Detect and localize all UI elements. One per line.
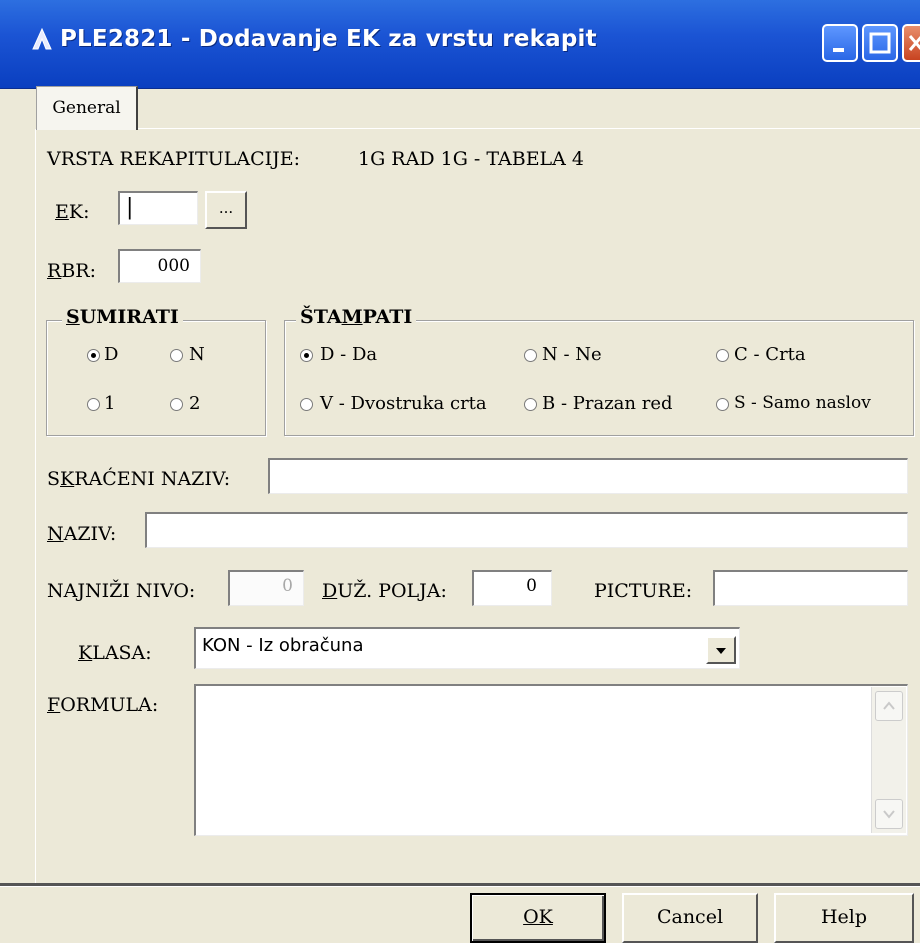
close-icon — [908, 35, 920, 51]
sumirati-label-2: 2 — [189, 393, 201, 414]
duz-polja-input[interactable]: 0 — [472, 570, 552, 606]
picture-input[interactable] — [713, 570, 908, 606]
klasa-dropdown-button[interactable] — [706, 636, 736, 664]
maximize-button[interactable] — [862, 24, 898, 62]
stampati-label-b: B - Prazan red — [542, 393, 673, 414]
klasa-value: KON - Iz obračuna — [202, 635, 364, 656]
window-title: PLE2821 - Dodavanje EK za vrstu rekapit — [60, 26, 597, 52]
minimize-button[interactable] — [822, 24, 858, 62]
stampati-radio-c[interactable] — [716, 349, 729, 362]
minimize-icon — [833, 48, 844, 52]
picture-label: PICTURE: — [594, 580, 693, 602]
sumirati-label-d: D — [104, 344, 119, 365]
skraceni-naziv-label: SKRAĆENI NAZIV: — [47, 468, 231, 490]
stampati-radio-v[interactable] — [300, 398, 313, 411]
naziv-input[interactable] — [145, 512, 908, 548]
tab-divider — [138, 128, 920, 129]
chevron-down-icon — [716, 648, 726, 654]
stampati-label-n: N - Ne — [542, 344, 602, 365]
close-button[interactable] — [902, 24, 920, 62]
ok-label: OK — [523, 906, 553, 928]
vrsta-value: 1G RAD 1G - TABELA 4 — [358, 148, 585, 170]
help-label: Help — [820, 906, 868, 928]
skraceni-naziv-input[interactable] — [268, 458, 908, 494]
chevron-down-icon — [883, 810, 895, 819]
stampati-label-v: V - Dvostruka crta — [320, 393, 487, 414]
sumirati-radio-n[interactable] — [170, 349, 183, 362]
naziv-label: NAZIV: — [47, 523, 117, 545]
formula-scrollbar[interactable] — [871, 687, 906, 833]
stampati-label-c: C - Crta — [734, 344, 806, 365]
ek-browse-button[interactable]: ... — [205, 191, 247, 229]
najnizi-nivo-label: NAJNIŽI NIVO: — [47, 580, 196, 602]
sumirati-label-n: N — [189, 344, 205, 365]
sumirati-radio-d[interactable] — [87, 349, 100, 362]
sumirati-label-1: 1 — [104, 393, 116, 414]
cancel-label: Cancel — [656, 906, 724, 928]
stampati-label-s: S - Samo naslov — [734, 393, 871, 413]
scroll-down-button[interactable] — [875, 799, 903, 829]
stampati-legend: ŠTAMPATI — [296, 306, 417, 328]
stampati-radio-b[interactable] — [524, 398, 537, 411]
title-bar[interactable]: PLE2821 - Dodavanje EK za vrstu rekapit — [0, 0, 920, 89]
rbr-input[interactable]: 000 — [118, 249, 201, 283]
ek-input[interactable]: | — [118, 191, 198, 225]
ek-label: EK: — [55, 201, 90, 223]
klasa-select[interactable]: KON - Iz obračuna — [194, 627, 740, 669]
sumirati-radio-2[interactable] — [170, 398, 183, 411]
app-icon — [32, 28, 52, 50]
rbr-label: RBR: — [47, 260, 96, 282]
panel-left-edge — [35, 129, 36, 885]
sumirati-radio-1[interactable] — [87, 398, 100, 411]
najnizi-nivo-input: 0 — [228, 570, 304, 606]
maximize-icon — [869, 32, 891, 54]
klasa-label: KLASA: — [78, 642, 152, 664]
sumirati-legend: SUMIRATI — [62, 306, 183, 328]
duz-polja-label: DUŽ. POLJA: — [322, 580, 447, 602]
stampati-radio-n[interactable] — [524, 349, 537, 362]
formula-textarea[interactable] — [194, 684, 908, 836]
formula-label: FORMULA: — [47, 694, 159, 716]
chevron-up-icon — [883, 701, 895, 710]
scroll-up-button[interactable] — [875, 691, 903, 721]
stampati-radio-s[interactable] — [716, 398, 729, 411]
footer-separator — [0, 883, 920, 887]
stampati-group — [284, 320, 914, 436]
vrsta-label: VRSTA REKAPITULACIJE: — [47, 148, 301, 170]
sumirati-group — [46, 320, 266, 436]
stampati-label-d: D - Da — [320, 344, 378, 365]
tab-general[interactable]: General — [36, 86, 138, 130]
stampati-radio-d[interactable] — [300, 349, 313, 362]
